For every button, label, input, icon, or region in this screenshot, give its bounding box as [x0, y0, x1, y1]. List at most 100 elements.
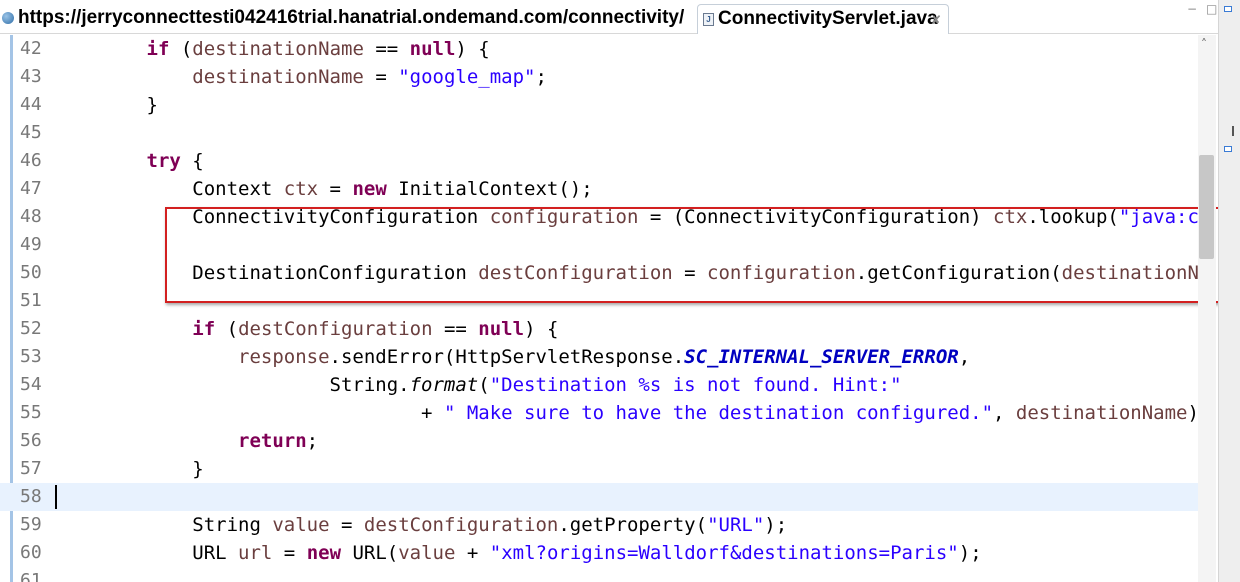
- code-editor[interactable]: 42 if (destinationName == null) {43 dest…: [0, 35, 1218, 582]
- code-text: if (destinationName == null) {: [55, 35, 490, 63]
- code-token: configuration: [707, 262, 856, 284]
- code-line[interactable]: 55 + " Make sure to have the destination…: [0, 399, 1210, 427]
- close-icon[interactable]: ✘: [931, 6, 941, 34]
- code-line[interactable]: 44 }: [0, 91, 1198, 119]
- code-text: }: [55, 91, 158, 119]
- code-token: destConfiguration: [363, 514, 559, 536]
- code-token: "Destination %s is not found. Hint:": [489, 374, 902, 396]
- line-number: 44: [20, 94, 42, 115]
- scroll-thumb[interactable]: [1199, 155, 1214, 259]
- code-token: "java:co: [1118, 206, 1211, 228]
- code-line[interactable]: 48 ConnectivityConfiguration configurati…: [0, 203, 1210, 231]
- code-line[interactable]: 51: [0, 287, 1198, 315]
- code-text: String.format("Destination %s is not fou…: [55, 371, 902, 399]
- code-line[interactable]: 49: [0, 231, 1198, 259]
- code-token: ctx: [283, 178, 319, 200]
- maximize-icon[interactable]: □: [1206, 2, 1217, 16]
- line-number: 61: [20, 570, 42, 582]
- scroll-up-icon[interactable]: ˄: [1201, 37, 1207, 51]
- restore-view-icon[interactable]: [1224, 6, 1232, 12]
- line-number: 47: [20, 178, 42, 199]
- text-caret: [55, 485, 57, 509]
- tab-file-label: ConnectivityServlet.java: [718, 8, 938, 29]
- code-token: =: [363, 66, 399, 88]
- code-token: " Make sure to have the destination conf…: [443, 402, 994, 424]
- minimize-icon[interactable]: −: [1187, 2, 1197, 16]
- outline-marker-icon[interactable]: [1224, 146, 1232, 152]
- line-number: 60: [20, 542, 42, 563]
- code-token: destinationName: [192, 38, 364, 60]
- code-token: .getConfiguration(: [855, 262, 1062, 284]
- code-line[interactable]: 60 URL url = new URL(value + "xml?origin…: [0, 539, 1198, 567]
- code-token: destinationNa: [1061, 262, 1211, 284]
- code-token: ,: [958, 346, 971, 368]
- line-number: 45: [20, 122, 42, 143]
- code-token: +: [55, 402, 444, 424]
- code-text: return;: [55, 427, 318, 455]
- code-token: ==: [432, 318, 479, 340]
- code-token: .lookup(: [1027, 206, 1119, 228]
- code-line[interactable]: 57 }: [0, 455, 1198, 483]
- code-line[interactable]: 43 destinationName = "google_map";: [0, 63, 1198, 91]
- code-token: new: [352, 178, 387, 200]
- code-line[interactable]: 46 try {: [0, 147, 1198, 175]
- code-text: URL url = new URL(value + "xml?origins=W…: [55, 539, 981, 567]
- code-token: configuration: [489, 206, 639, 228]
- code-line[interactable]: 54 String.format("Destination %s is not …: [0, 371, 1198, 399]
- code-token: ) {: [524, 318, 559, 340]
- line-number: 56: [20, 430, 42, 451]
- code-token: URL: [55, 542, 239, 564]
- code-text: try {: [55, 147, 204, 175]
- code-token: =: [672, 262, 708, 284]
- vertical-scrollbar[interactable]: ˄: [1198, 35, 1216, 582]
- code-token: "google_map": [398, 66, 536, 88]
- line-number: 53: [20, 346, 42, 367]
- code-token: if: [146, 38, 170, 60]
- line-number: 46: [20, 150, 42, 171]
- code-token: url: [238, 542, 273, 564]
- code-token: }: [55, 458, 204, 480]
- code-token: response: [238, 346, 330, 368]
- code-token: +: [455, 542, 490, 564]
- tab-browser-url[interactable]: https://jerryconnecttesti042416trial.han…: [0, 4, 684, 34]
- code-token: String: [55, 514, 273, 536]
- code-line[interactable]: 53 response.sendError(HttpServletRespons…: [0, 343, 1198, 371]
- code-token: .getProperty(: [558, 514, 708, 536]
- line-number: 43: [20, 66, 42, 87]
- code-line[interactable]: 58: [0, 483, 1198, 511]
- code-token: .sendError(HttpServletResponse.: [329, 346, 685, 368]
- code-token: "xml?origins=Walldorf&destinations=Paris…: [489, 542, 959, 564]
- code-token: String.: [55, 374, 410, 396]
- code-token: DestinationConfiguration: [55, 262, 479, 284]
- code-line[interactable]: 56 return;: [0, 427, 1198, 455]
- code-token: Context: [55, 178, 284, 200]
- tab-url-label: https://jerryconnecttesti042416trial.han…: [18, 7, 685, 28]
- tab-connectivity-servlet[interactable]: J ConnectivityServlet.java ✘: [697, 4, 949, 34]
- code-line[interactable]: 47 Context ctx = new InitialContext();: [0, 175, 1198, 203]
- code-token: null: [478, 318, 525, 340]
- line-number: 59: [20, 514, 42, 535]
- code-token: InitialContext();: [386, 178, 593, 200]
- code-token: ;: [535, 66, 547, 88]
- code-line[interactable]: 42 if (destinationName == null) {: [0, 35, 1198, 63]
- code-token: return: [238, 430, 307, 452]
- code-line[interactable]: 45: [0, 119, 1198, 147]
- code-token: ;: [306, 430, 319, 452]
- code-token: =: [272, 542, 307, 564]
- code-line[interactable]: 52 if (destConfiguration == null) {: [0, 315, 1198, 343]
- code-token: ,: [993, 402, 1016, 424]
- code-text: DestinationConfiguration destConfigurati…: [55, 259, 1210, 287]
- line-number: 48: [20, 206, 42, 227]
- code-text: destinationName = "google_map";: [55, 63, 547, 91]
- code-text: }: [55, 455, 204, 483]
- code-line[interactable]: 59 String value = destConfiguration.getP…: [0, 511, 1198, 539]
- line-number: 57: [20, 458, 42, 479]
- code-text: ConnectivityConfiguration configuration …: [55, 203, 1210, 231]
- code-token: (: [169, 38, 193, 60]
- code-line[interactable]: 50 DestinationConfiguration destConfigur…: [0, 259, 1210, 287]
- java-file-icon: J: [703, 13, 714, 26]
- code-line[interactable]: 61: [0, 567, 1198, 582]
